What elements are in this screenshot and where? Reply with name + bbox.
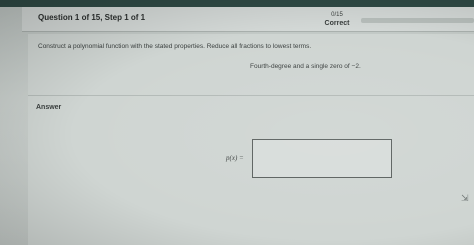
screen: Question 1 of 15, Step 1 of 1 0/15 Corre…	[0, 0, 474, 245]
answer-label: Answer	[36, 104, 62, 111]
progress-bar	[361, 18, 474, 23]
score-status: Correct	[324, 20, 350, 27]
answer-input[interactable]	[252, 139, 392, 178]
section-divider	[28, 95, 474, 96]
question-header: Question 1 of 15, Step 1 of 1 0/15 Corre…	[22, 7, 474, 32]
question-title: Question 1 of 15, Step 1 of 1	[38, 13, 146, 22]
question-panel: Construct a polynomial function with the…	[28, 34, 474, 245]
function-label: p(x) =	[226, 154, 244, 162]
mouse-pointer-icon: ⇲	[461, 193, 469, 203]
screen-bezel	[0, 0, 474, 7]
score-indicator: 0/15 Correct	[319, 12, 355, 28]
score-count: 0/15	[331, 12, 343, 18]
question-condition: Fourth-degree and a single zero of −2.	[250, 63, 361, 70]
question-instruction: Construct a polynomial function with the…	[38, 43, 312, 50]
